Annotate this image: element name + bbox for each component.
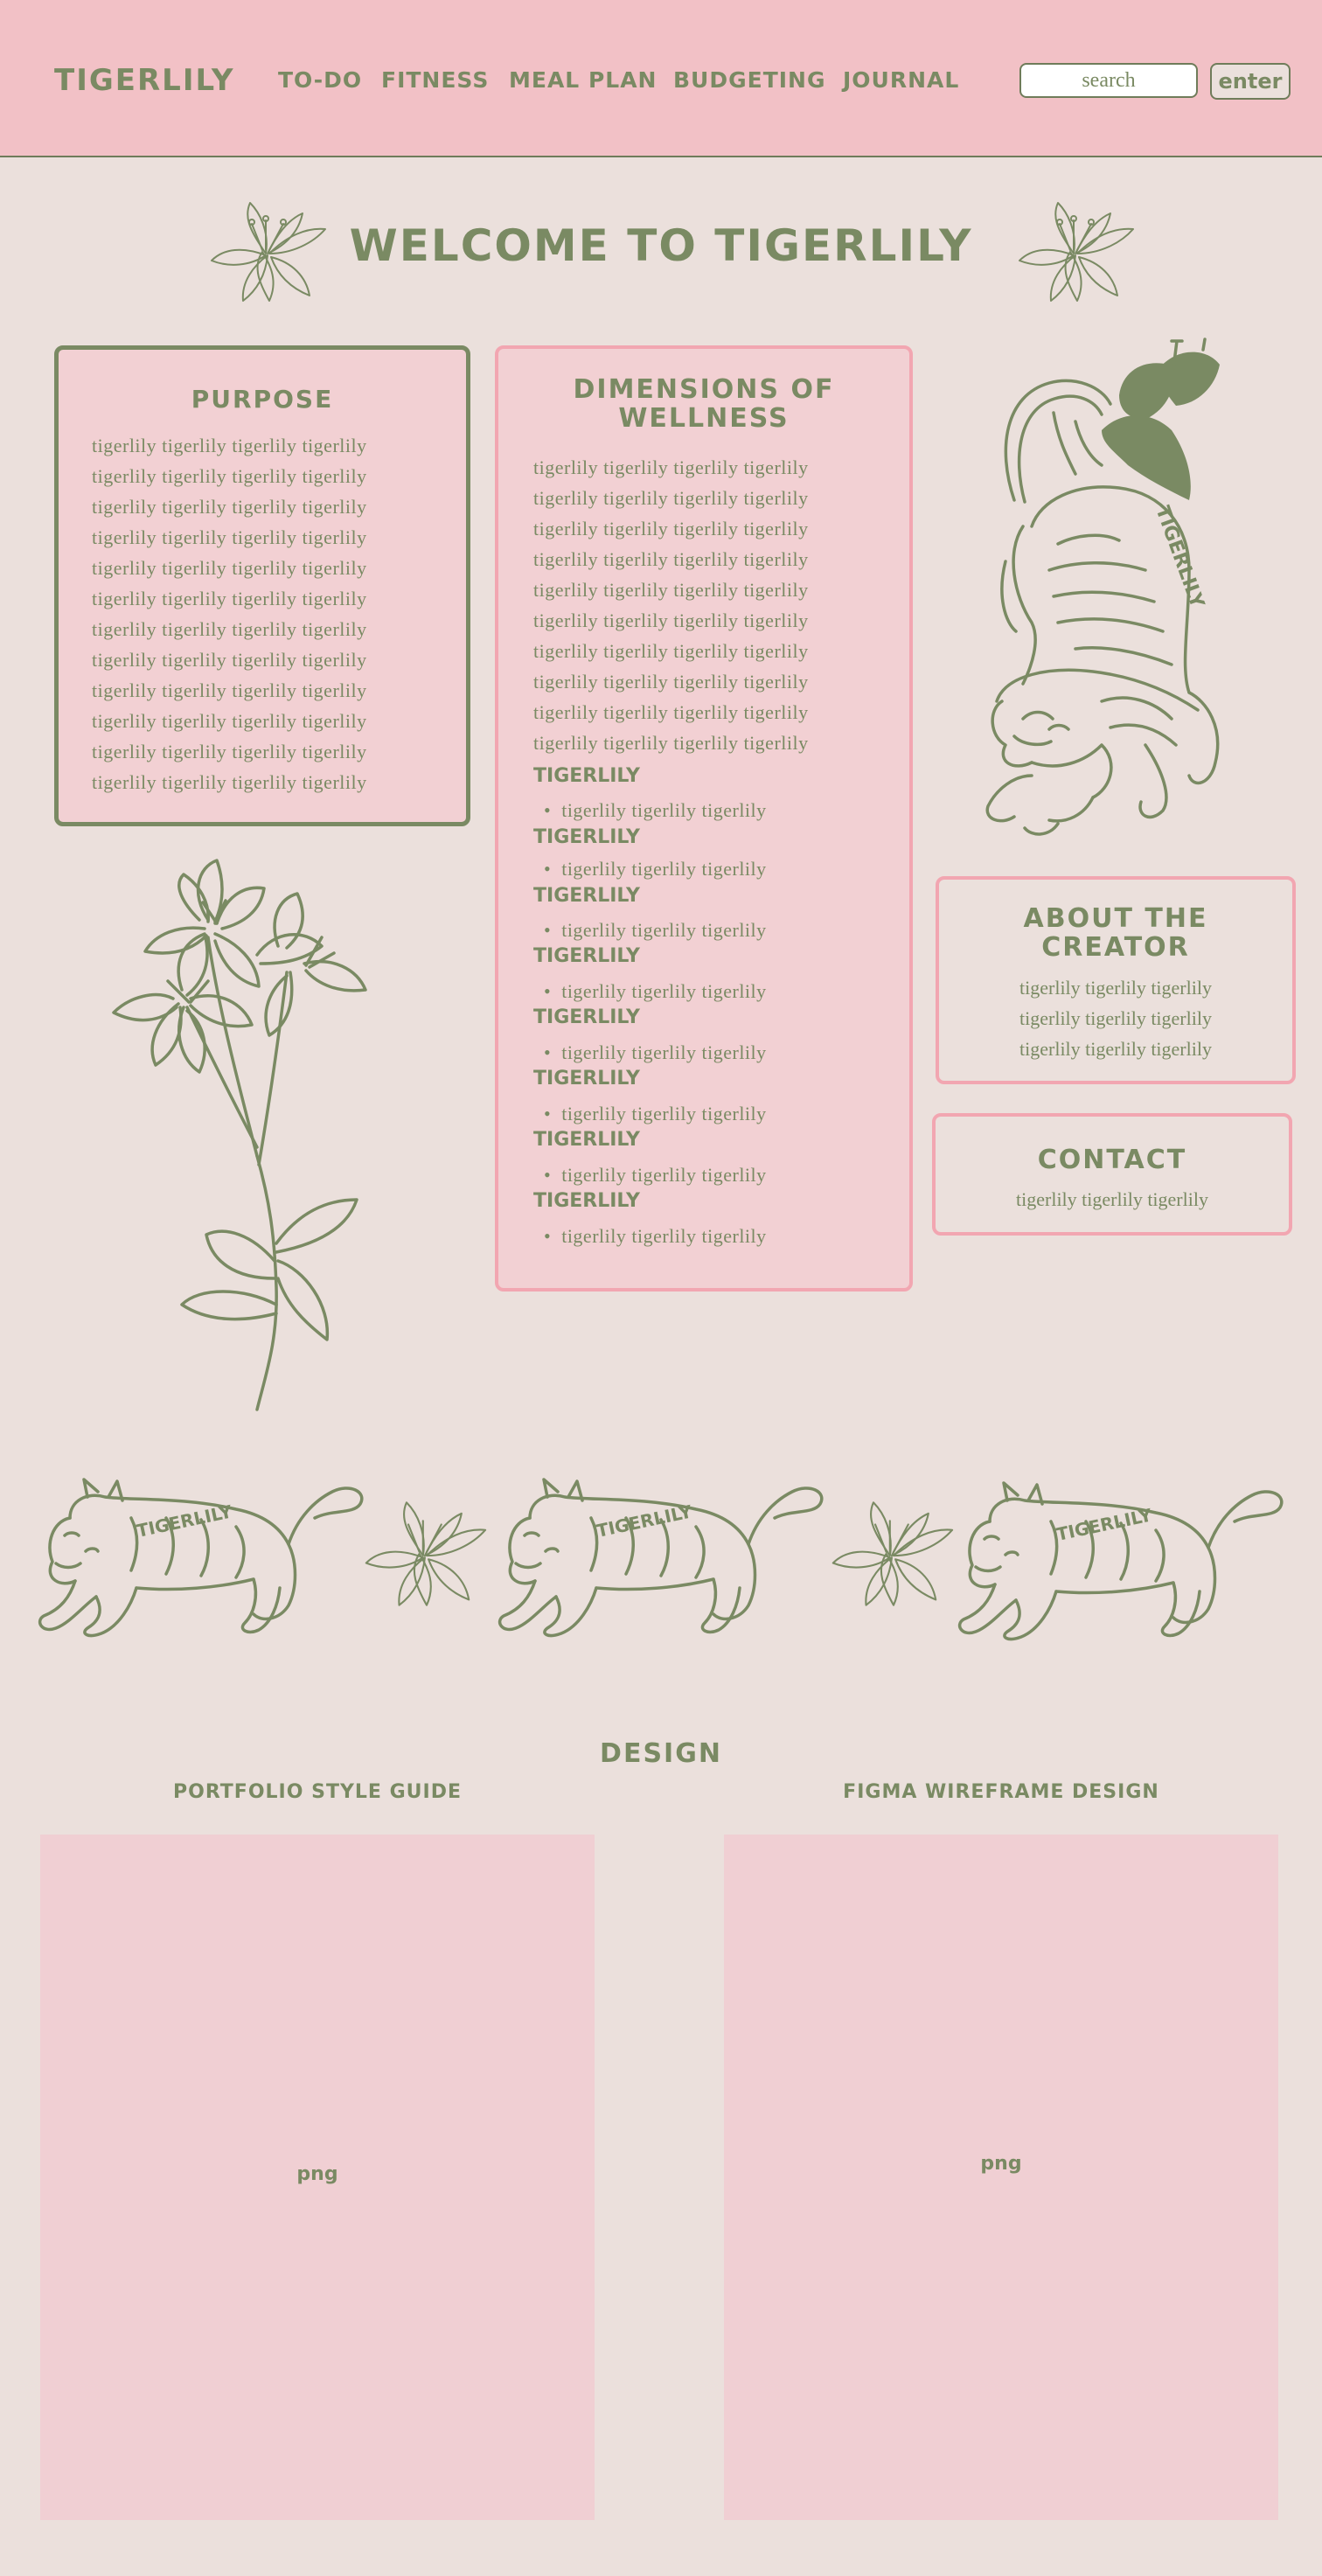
purpose-text-line: tigerlily tigerlily tigerlily tigerlily	[92, 618, 367, 640]
dimension-bullet-text: tigerlily tigerlily tigerlily	[561, 1164, 767, 1186]
nav-meal-plan[interactable]: MEAL PLAN	[509, 67, 657, 93]
search-input[interactable]	[1019, 63, 1198, 98]
dimensions-title-line1: DIMENSIONS OF	[573, 374, 835, 405]
walking-tiger-icon: TIGERLILY	[957, 1481, 1284, 1641]
portfolio-style-guide-image: png	[40, 1835, 595, 2520]
dimension-bullet-text: tigerlily tigerlily tigerlily	[561, 799, 767, 821]
page-title: WELCOME TO TIGERLILY	[349, 220, 973, 271]
dimension-heading[interactable]: TIGERLILY	[533, 1068, 640, 1090]
dimensions-text-line: tigerlily tigerlily tigerlily tigerlily	[533, 609, 809, 631]
nav-journal[interactable]: JOURNAL	[843, 67, 959, 93]
dimension-bullet: • tigerlily tigerlily tigerlily	[544, 1103, 767, 1124]
dimension-bullet-text: tigerlily tigerlily tigerlily	[561, 1103, 767, 1124]
dimension-heading[interactable]: TIGERLILY	[533, 826, 640, 848]
dimensions-text-line: tigerlily tigerlily tigerlily tigerlily	[533, 640, 809, 662]
brand-logo[interactable]: TIGERLILY	[54, 63, 234, 98]
dimension-bullet: • tigerlily tigerlily tigerlily	[544, 980, 767, 1002]
purpose-text-line: tigerlily tigerlily tigerlily tigerlily	[92, 771, 367, 793]
dimension-heading[interactable]: TIGERLILY	[533, 1006, 640, 1028]
lily-icon	[1019, 202, 1134, 302]
header-bar: TIGERLILY TO-DO FITNESS MEAL PLAN BUDGET…	[0, 0, 1322, 157]
dimension-bullet: • tigerlily tigerlily tigerlily	[544, 799, 767, 821]
purpose-text-line: tigerlily tigerlily tigerlily tigerlily	[92, 526, 367, 548]
dimension-heading[interactable]: TIGERLILY	[533, 945, 640, 967]
tiger-label: TIGERLILY	[1054, 1504, 1154, 1545]
about-text-line: tigerlily tigerlily tigerlily	[1019, 977, 1212, 999]
dimension-bullet-text: tigerlily tigerlily tigerlily	[561, 919, 767, 941]
dimensions-text-line: tigerlily tigerlily tigerlily tigerlily	[533, 518, 809, 540]
purpose-text-line: tigerlily tigerlily tigerlily tigerlily	[92, 557, 367, 579]
image-placeholder-label: png	[296, 2163, 338, 2185]
dimension-bullet: • tigerlily tigerlily tigerlily	[544, 858, 767, 880]
lily-bouquet-icon	[112, 859, 367, 1411]
design-title: DESIGN	[600, 1738, 722, 1769]
dimensions-card: DIMENSIONS OF WELLNESS tigerlily tigerli…	[495, 345, 913, 1291]
walking-tiger-icon: TIGERLILY	[497, 1478, 824, 1638]
purpose-text-line: tigerlily tigerlily tigerlily tigerlily	[92, 465, 367, 487]
lily-icon	[211, 202, 326, 302]
walking-tiger-icon: TIGERLILY	[38, 1478, 364, 1638]
purpose-text-line: tigerlily tigerlily tigerlily tigerlily	[92, 741, 367, 762]
dimension-bullet: • tigerlily tigerlily tigerlily	[544, 1164, 767, 1186]
about-text-line: tigerlily tigerlily tigerlily	[1019, 1007, 1212, 1029]
dimension-heading[interactable]: TIGERLILY	[533, 765, 640, 787]
portfolio-style-guide-title: PORTFOLIO STYLE GUIDE	[173, 1781, 462, 1803]
dimensions-text-line: tigerlily tigerlily tigerlily tigerlily	[533, 671, 809, 693]
about-title: ABOUT THE CREATOR	[939, 904, 1292, 962]
nav-budgeting[interactable]: BUDGETING	[673, 67, 826, 93]
purpose-text-line: tigerlily tigerlily tigerlily tigerlily	[92, 435, 367, 456]
tiger-label: TIGERLILY	[1151, 504, 1208, 612]
about-card: ABOUT THE CREATOR tigerlily tigerlily ti…	[936, 876, 1296, 1084]
contact-text: tigerlily tigerlily tigerlily	[1016, 1188, 1208, 1210]
about-title-line1: ABOUT THE	[1023, 903, 1208, 934]
image-placeholder-label: png	[980, 2153, 1022, 2175]
dimension-heading[interactable]: TIGERLILY	[533, 1129, 640, 1151]
purpose-text-line: tigerlily tigerlily tigerlily tigerlily	[92, 496, 367, 518]
figma-wireframe-image: png	[724, 1835, 1278, 2520]
dimension-bullet: • tigerlily tigerlily tigerlily	[544, 1041, 767, 1063]
tiger-label: TIGERLILY	[595, 1500, 694, 1542]
dimensions-text-line: tigerlily tigerlily tigerlily tigerlily	[533, 579, 809, 601]
dimension-heading[interactable]: TIGERLILY	[533, 1190, 640, 1212]
dimensions-text-line: tigerlily tigerlily tigerlily tigerlily	[533, 548, 809, 570]
contact-title: CONTACT	[1037, 1145, 1187, 1175]
dimension-bullet-text: tigerlily tigerlily tigerlily	[561, 980, 767, 1002]
purpose-text-line: tigerlily tigerlily tigerlily tigerlily	[92, 649, 367, 671]
dimensions-text-line: tigerlily tigerlily tigerlily tigerlily	[533, 487, 809, 509]
dimensions-text-line: tigerlily tigerlily tigerlily tigerlily	[533, 732, 809, 754]
purpose-text-line: tigerlily tigerlily tigerlily tigerlily	[92, 588, 367, 609]
enter-button[interactable]: enter	[1210, 63, 1291, 100]
dimensions-title-line2: WELLNESS	[618, 403, 790, 434]
dimension-bullet: • tigerlily tigerlily tigerlily	[544, 919, 767, 941]
dimension-bullet-text: tigerlily tigerlily tigerlily	[561, 1041, 767, 1063]
tiger-icon: TIGERLILY	[985, 338, 1220, 836]
tiger-label: TIGERLILY	[135, 1500, 234, 1542]
dimensions-text-line: tigerlily tigerlily tigerlily tigerlily	[533, 456, 809, 478]
nav-todo[interactable]: TO-DO	[278, 67, 362, 93]
purpose-title: PURPOSE	[191, 385, 334, 414]
nav-fitness[interactable]: FITNESS	[381, 67, 489, 93]
lily-icon	[831, 1501, 954, 1606]
about-text-line: tigerlily tigerlily tigerlily	[1019, 1038, 1212, 1060]
purpose-text-line: tigerlily tigerlily tigerlily tigerlily	[92, 679, 367, 701]
contact-card: CONTACT tigerlily tigerlily tigerlily	[932, 1113, 1292, 1236]
figma-wireframe-title: FIGMA WIREFRAME DESIGN	[843, 1781, 1159, 1803]
dimension-bullet-text: tigerlily tigerlily tigerlily	[561, 1225, 767, 1247]
dimension-bullet: • tigerlily tigerlily tigerlily	[544, 1225, 767, 1247]
lily-icon	[365, 1501, 487, 1606]
purpose-card: PURPOSE tigerlily tigerlily tigerlily ti…	[54, 345, 470, 826]
about-title-line2: CREATOR	[1041, 932, 1190, 963]
dimensions-title: DIMENSIONS OF WELLNESS	[498, 375, 909, 433]
purpose-text-line: tigerlily tigerlily tigerlily tigerlily	[92, 710, 367, 732]
dimension-heading[interactable]: TIGERLILY	[533, 885, 640, 907]
dimension-bullet-text: tigerlily tigerlily tigerlily	[561, 858, 767, 880]
dimensions-text-line: tigerlily tigerlily tigerlily tigerlily	[533, 701, 809, 723]
